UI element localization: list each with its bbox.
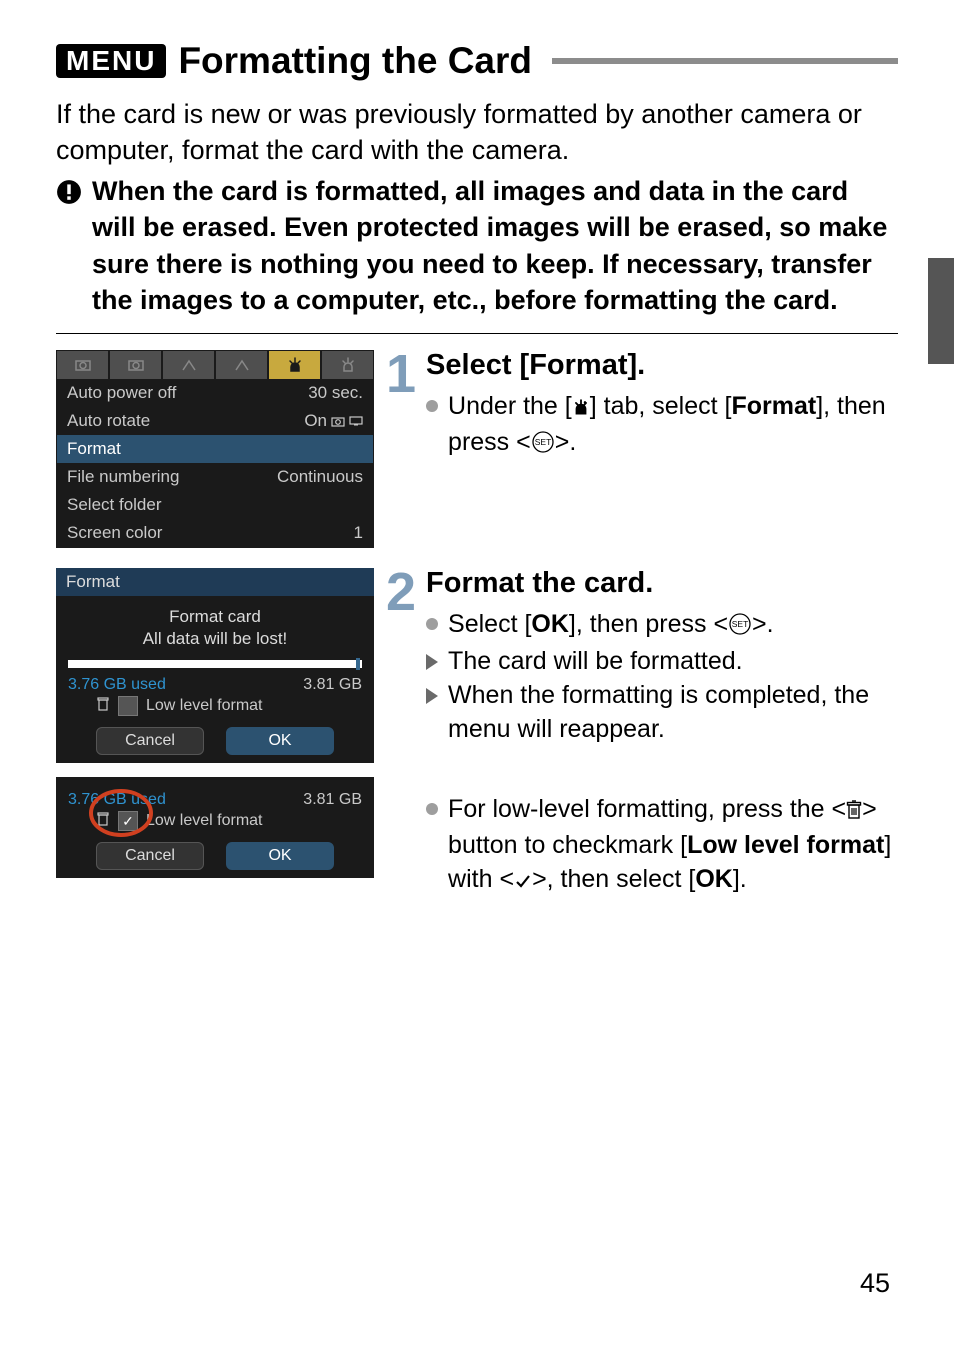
menu-tab-setup-active <box>269 351 322 379</box>
step-2-arrow-2: When the formatting is completed, the me… <box>426 679 898 747</box>
checkmark-icon <box>514 866 532 900</box>
intro-paragraph: If the card is new or was previously for… <box>56 96 898 169</box>
step-number-2: 2 <box>386 568 416 617</box>
menu-badge: MENU <box>56 44 166 78</box>
total-space: 3.81 GB <box>303 791 362 809</box>
trash-icon <box>96 696 110 717</box>
menu-row-highlight: Format <box>57 435 373 463</box>
text-fragment: Select [ <box>448 610 531 638</box>
text-fragment: >. <box>752 610 774 638</box>
camera-icon <box>331 415 345 427</box>
title-rule <box>552 58 898 64</box>
menu-row-label: Format <box>67 439 121 459</box>
menu-tab-1 <box>57 351 110 379</box>
set-button-icon: SET <box>728 612 752 646</box>
cancel-button: Cancel <box>96 727 204 755</box>
dialog-line-1: Format card <box>56 606 374 628</box>
page-title: Formatting the Card <box>178 40 532 82</box>
dialog-line-2: All data will be lost! <box>56 628 374 650</box>
step-1: Auto power off 30 sec. Auto rotate On Fo… <box>56 350 898 548</box>
bullet-dot-icon <box>426 803 438 815</box>
low-level-format-label: Low level format <box>146 697 263 715</box>
menu-row-label: Select folder <box>67 495 162 515</box>
svg-text:SET: SET <box>732 619 749 629</box>
menu-row: Select folder <box>57 491 373 519</box>
menu-row-label: File numbering <box>67 467 179 487</box>
text-fragment: For low-level formatting, press the < <box>448 795 846 823</box>
step-2-heading: Format the card. <box>426 568 898 600</box>
menu-tab-4 <box>216 351 269 379</box>
ok-label: OK <box>531 610 569 638</box>
menu-row-label: Screen color <box>67 523 162 543</box>
menu-row: Auto power off 30 sec. <box>57 379 373 407</box>
text-fragment: When the formatting is completed, the me… <box>448 679 898 747</box>
step-1-bullet: Under the [] tab, select [Format], then … <box>426 390 898 465</box>
page-number: 45 <box>860 1268 890 1299</box>
wrench-icon <box>572 393 590 427</box>
text-fragment: ] tab, select [ <box>590 392 732 420</box>
set-button-icon: SET <box>531 430 555 464</box>
section-divider <box>56 333 898 334</box>
low-level-format-checkbox <box>118 696 138 716</box>
text-fragment: >. <box>555 428 577 456</box>
ok-label: OK <box>695 865 733 893</box>
step-2: Format Format card All data will be lost… <box>56 568 898 900</box>
text-fragment: ]. <box>733 865 747 893</box>
side-tab <box>928 258 954 364</box>
low-level-format-label: Low level format <box>146 812 263 830</box>
menu-row-value: On <box>304 411 363 431</box>
menu-row-value: 1 <box>354 523 363 543</box>
bullet-dot-icon <box>426 400 438 412</box>
page-title-row: MENU Formatting the Card <box>56 40 898 82</box>
cancel-button: Cancel <box>96 842 204 870</box>
used-space: 3.76 GB used <box>68 676 166 694</box>
camera-menu-screenshot: Auto power off 30 sec. Auto rotate On Fo… <box>56 350 374 548</box>
menu-row-label: Auto rotate <box>67 411 150 431</box>
format-label: Format <box>731 392 816 420</box>
text-fragment: ], then press < <box>569 610 728 638</box>
menu-tab-3 <box>163 351 216 379</box>
step-2-bullet-1: Select [OK], then press < SET>. <box>426 608 898 646</box>
step-number-1: 1 <box>386 350 416 399</box>
menu-row-label: Auto power off <box>67 383 176 403</box>
menu-row-value: 30 sec. <box>308 383 363 403</box>
total-space: 3.81 GB <box>303 676 362 694</box>
progress-bar <box>68 660 362 668</box>
low-level-format-label: Low level format <box>687 831 884 859</box>
step-2-bullet-2: For low-level formatting, press the <> b… <box>426 793 898 900</box>
trash-icon <box>846 796 862 830</box>
format-dialog-screenshot-1: Format Format card All data will be lost… <box>56 568 374 763</box>
arrow-right-icon <box>426 688 438 704</box>
menu-row: Auto rotate On <box>57 407 373 435</box>
bullet-dot-icon <box>426 618 438 630</box>
arrow-right-icon <box>426 654 438 670</box>
text-fragment: Under the [ <box>448 392 572 420</box>
menu-tab-6 <box>322 351 373 379</box>
step-2-arrow-1: The card will be formatted. <box>426 645 898 679</box>
dialog-header: Format <box>56 568 374 596</box>
text-fragment: >, then select [ <box>532 865 695 893</box>
svg-text:SET: SET <box>534 437 551 447</box>
monitor-icon <box>349 416 363 426</box>
menu-tab-2 <box>110 351 163 379</box>
menu-rows: Auto power off 30 sec. Auto rotate On Fo… <box>57 379 373 547</box>
ok-button: OK <box>226 727 334 755</box>
menu-tabstrip <box>57 351 373 379</box>
warning-text: When the card is formatted, all images a… <box>92 173 898 319</box>
text-fragment: The card will be formatted. <box>448 645 743 679</box>
menu-row: Screen color 1 <box>57 519 373 547</box>
caution-icon <box>56 179 82 205</box>
menu-row-value: Continuous <box>277 467 363 487</box>
step-1-heading: Select [Format]. <box>426 350 898 382</box>
ok-button: OK <box>226 842 334 870</box>
callout-circle-icon <box>86 785 156 841</box>
menu-row: File numbering Continuous <box>57 463 373 491</box>
